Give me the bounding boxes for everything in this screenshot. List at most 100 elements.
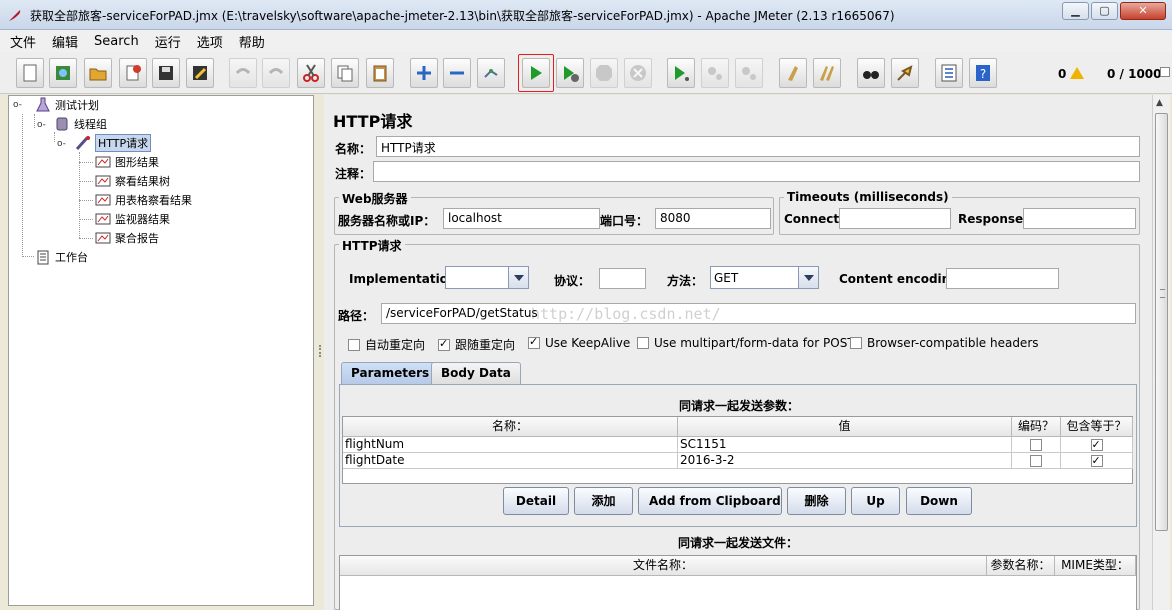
path-field[interactable]: /serviceForPAD/getStatus (381, 303, 1136, 324)
web-server-title: Web服务器 (339, 190, 411, 207)
open-icon[interactable] (84, 58, 112, 88)
watermark-text: http://blog.csdn.net/ (531, 305, 721, 323)
connect-timeout-field[interactable] (839, 208, 951, 229)
column-header[interactable]: 编码？ (1012, 417, 1061, 437)
protocol-field[interactable] (599, 268, 646, 289)
close-button[interactable]: ✕ (1120, 2, 1166, 20)
tree-node-view-results-tree[interactable]: 察看结果树 (95, 173, 170, 189)
cut-icon[interactable] (297, 58, 325, 88)
save-icon[interactable] (152, 58, 180, 88)
tree-node-view-results-table[interactable]: 用表格察看结果 (95, 192, 192, 208)
start-icon[interactable] (522, 58, 550, 88)
include-equals-checkbox[interactable] (1090, 437, 1103, 452)
up-button[interactable]: Up (851, 487, 900, 515)
encode-cell[interactable] (1012, 453, 1061, 469)
menu-file[interactable]: 文件 (10, 32, 36, 51)
menu-edit[interactable]: 编辑 (52, 32, 78, 51)
param-name-cell[interactable]: flightDate (343, 453, 678, 469)
tree-node-http-request[interactable]: HTTP请求 (75, 134, 152, 152)
search-icon[interactable] (857, 58, 885, 88)
help-icon[interactable]: ? (969, 58, 997, 88)
scroll-thumb[interactable] (1155, 113, 1168, 531)
auto-redirect-checkbox[interactable]: 自动重定向 (348, 336, 425, 353)
encode-checkbox[interactable] (1030, 455, 1042, 467)
paste-icon[interactable] (366, 58, 394, 88)
test-plan-tree: o- o- o- 测试计划 线程组 HTTP请求 图形结果 察看结果树 用表格察… (8, 95, 314, 606)
remote-shutdown-icon[interactable] (735, 58, 763, 88)
vertical-scrollbar[interactable]: ▲ (1152, 95, 1170, 610)
tree-expand-toggle[interactable]: o- (57, 139, 66, 149)
toggle-icon[interactable] (477, 58, 505, 88)
name-field[interactable]: HTTP请求 (376, 136, 1140, 157)
templates-icon[interactable] (49, 58, 77, 88)
param-value-cell[interactable]: SC1151 (678, 437, 1012, 453)
follow-redirect-checkbox[interactable]: 跟随重定向 (438, 336, 515, 353)
menu-options[interactable]: 选项 (197, 32, 223, 51)
stop-icon[interactable] (590, 58, 618, 88)
detail-button[interactable]: Detail (503, 487, 569, 515)
menu-run[interactable]: 运行 (155, 32, 181, 51)
include-equals-cell[interactable] (1061, 453, 1133, 469)
param-name-cell[interactable]: flightNum (343, 437, 678, 453)
column-header[interactable]: 参数名称： (987, 556, 1055, 576)
method-select[interactable]: GET (710, 266, 819, 289)
keepalive-checkbox[interactable]: Use KeepAlive (528, 335, 630, 350)
minimize-button[interactable]: ▁ (1062, 2, 1089, 20)
add-button[interactable]: 添加 (574, 487, 633, 515)
server-label: 服务器名称或IP： (338, 214, 436, 228)
shutdown-icon[interactable] (624, 58, 652, 88)
include-equals-checkbox[interactable] (1090, 453, 1103, 468)
encode-cell[interactable] (1012, 437, 1061, 453)
remote-start-icon[interactable] (667, 58, 695, 88)
scroll-up-icon[interactable]: ▲ (1156, 98, 1163, 108)
response-timeout-field[interactable] (1023, 208, 1136, 229)
collapse-all-icon[interactable] (443, 58, 471, 88)
pane-splitter[interactable] (316, 95, 324, 606)
column-header[interactable]: 文件名称： (340, 556, 987, 576)
column-header[interactable]: MIME类型： (1055, 556, 1136, 576)
multipart-checkbox[interactable]: Use multipart/form-data for POST (637, 336, 855, 350)
tree-node-label: 线程组 (74, 118, 107, 131)
tab-parameters[interactable]: Parameters (341, 362, 440, 384)
save-as-icon[interactable] (186, 58, 214, 88)
port-field[interactable]: 8080 (655, 208, 771, 229)
menu-help[interactable]: 帮助 (239, 32, 265, 51)
tree-node-graph-results[interactable]: 图形结果 (95, 154, 159, 170)
copy-icon[interactable] (331, 58, 359, 88)
tree-expand-toggle[interactable]: o- (37, 120, 46, 130)
server-field[interactable]: localhost (443, 208, 600, 229)
tree-expand-toggle[interactable]: o- (13, 100, 22, 110)
function-helper-icon[interactable] (935, 58, 963, 88)
include-equals-cell[interactable] (1061, 437, 1133, 453)
tab-body-data[interactable]: Body Data (431, 362, 521, 384)
undo-icon[interactable] (229, 58, 257, 88)
reset-search-icon[interactable] (891, 58, 919, 88)
close-file-icon[interactable] (119, 58, 147, 88)
tree-node-monitor-results[interactable]: 监视器结果 (95, 211, 170, 227)
content-encoding-field[interactable] (946, 268, 1059, 289)
expand-all-icon[interactable] (410, 58, 438, 88)
column-header[interactable]: 名称： (343, 417, 678, 437)
tree-node-aggregate-report[interactable]: 聚合报告 (95, 230, 159, 246)
remote-stop-icon[interactable] (701, 58, 729, 88)
tree-node-workbench[interactable]: 工作台 (35, 249, 88, 265)
start-no-pause-icon[interactable] (556, 58, 584, 88)
browser-headers-checkbox[interactable]: Browser-compatible headers (850, 336, 1039, 350)
menu-search[interactable]: Search (94, 34, 139, 49)
new-icon[interactable] (16, 58, 44, 88)
tree-node-thread-group[interactable]: 线程组 (54, 116, 107, 132)
encode-checkbox[interactable] (1030, 439, 1042, 451)
maximize-button[interactable]: ▢ (1091, 2, 1118, 20)
column-header[interactable]: 包含等于？ (1061, 417, 1133, 437)
redo-icon[interactable] (262, 58, 290, 88)
down-button[interactable]: Down (906, 487, 972, 515)
column-header[interactable]: 值 (678, 417, 1012, 437)
tree-node-test-plan[interactable]: 测试计划 (35, 97, 99, 113)
clear-all-icon[interactable] (813, 58, 841, 88)
delete-button[interactable]: 删除 (787, 487, 846, 515)
param-value-cell[interactable]: 2016-3-2 (678, 453, 1012, 469)
clear-icon[interactable] (779, 58, 807, 88)
implementation-select[interactable] (445, 266, 529, 289)
comment-field[interactable] (373, 161, 1140, 182)
add-from-clipboard-button[interactable]: Add from Clipboard (638, 487, 782, 515)
